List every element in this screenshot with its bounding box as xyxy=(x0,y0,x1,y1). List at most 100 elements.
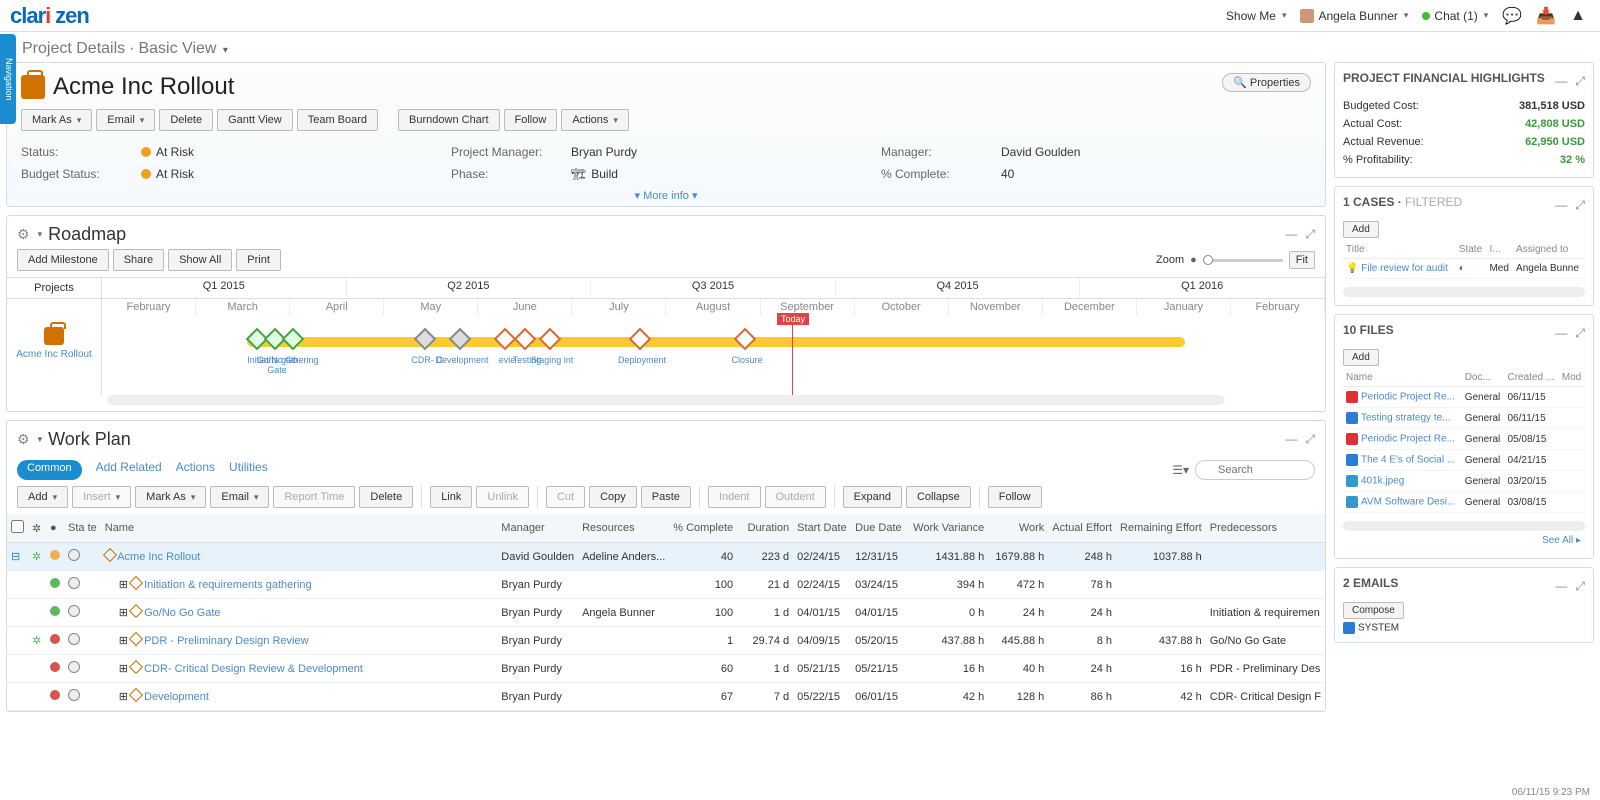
navigation-tab[interactable]: Navigation xyxy=(0,34,16,124)
wp-copy-button[interactable]: Copy xyxy=(589,486,637,508)
wp-follow-button[interactable]: Follow xyxy=(988,486,1042,508)
tab-actions[interactable]: Actions xyxy=(176,460,215,480)
month-label: December xyxy=(1043,299,1137,315)
phase-value: Build xyxy=(591,167,618,181)
alerts-icon[interactable]: ▲ xyxy=(1570,7,1586,25)
print-button[interactable]: Print xyxy=(236,249,281,271)
expand-icon[interactable]: ⤢ xyxy=(1575,326,1585,341)
table-row[interactable]: ⊞ Initiation & requirements gathering Br… xyxy=(7,571,1325,599)
expand-icon[interactable]: ⤢ xyxy=(1575,198,1585,213)
cases-add-button[interactable]: Add xyxy=(1343,221,1379,238)
milestone-label: Deployment xyxy=(612,355,672,365)
wp-report-time-button[interactable]: Report Time xyxy=(273,486,355,508)
wp-expand-button[interactable]: Expand xyxy=(843,486,902,508)
minimize-icon[interactable]: — xyxy=(1285,432,1297,447)
tab-common[interactable]: Common xyxy=(17,460,82,480)
table-row[interactable]: ⊟ ✲ Acme Inc Rollout David GouldenAdelin… xyxy=(7,543,1325,571)
properties-search[interactable]: 🔍 Properties xyxy=(1222,73,1311,92)
wp-unlink-button[interactable]: Unlink xyxy=(476,486,529,508)
follow-button[interactable]: Follow xyxy=(504,109,558,131)
today-marker: Today xyxy=(792,315,793,395)
file-row[interactable]: The 4 E's of Social ...General04/21/15 xyxy=(1343,450,1585,471)
show-all-button[interactable]: Show All xyxy=(168,249,232,271)
mark-as-button[interactable]: Mark As ▾ xyxy=(21,109,92,131)
breadcrumb: Project Details·Basic View ▾ xyxy=(0,32,1600,62)
minimize-icon[interactable]: — xyxy=(1555,326,1567,341)
tab-utilities[interactable]: Utilities xyxy=(229,460,268,480)
horizontal-scrollbar[interactable] xyxy=(1343,287,1585,297)
project-title: Acme Inc Rollout xyxy=(53,73,234,101)
delete-button[interactable]: Delete xyxy=(159,109,213,131)
wp-link-button[interactable]: Link xyxy=(430,486,472,508)
messages-icon[interactable]: 💬 xyxy=(1502,6,1522,26)
file-row[interactable]: Testing strategy te...General06/11/15 xyxy=(1343,408,1585,429)
chevron-down-icon[interactable]: ▾ xyxy=(223,45,228,56)
briefcase-icon xyxy=(44,327,64,345)
table-row[interactable]: ✲ ⊞ PDR - Preliminary Design Review Brya… xyxy=(7,627,1325,655)
share-button[interactable]: Share xyxy=(113,249,164,271)
file-row[interactable]: 401k.jpegGeneral03/20/15 xyxy=(1343,471,1585,492)
gear-icon[interactable]: ⚙ xyxy=(17,226,30,243)
project-header-panel: Acme Inc Rollout 🔍 Properties Mark As ▾ … xyxy=(6,62,1326,207)
minimize-icon[interactable]: — xyxy=(1555,579,1567,594)
horizontal-scrollbar[interactable] xyxy=(107,395,1225,405)
show-me-menu[interactable]: Show Me▾ xyxy=(1226,9,1287,23)
case-row[interactable]: 💡 File review for audit ◐ Med Angela Bun… xyxy=(1343,259,1585,279)
table-row[interactable]: ⊞ Go/No Go Gate Bryan PurdyAngela Bunner… xyxy=(7,599,1325,627)
wp-insert-button[interactable]: Insert ▾ xyxy=(72,486,131,508)
expand-icon[interactable]: ⤢ xyxy=(1575,74,1585,89)
roadmap-project-name[interactable]: Acme Inc Rollout xyxy=(7,349,101,360)
phase-label: Phase: xyxy=(451,167,571,181)
add-milestone-button[interactable]: Add Milestone xyxy=(17,249,109,271)
month-label: June xyxy=(478,299,572,315)
wp-mark-as-button[interactable]: Mark As ▾ xyxy=(135,486,206,508)
wp-outdent-button[interactable]: Outdent xyxy=(765,486,826,508)
wp-indent-button[interactable]: Indent xyxy=(708,486,761,508)
email-button[interactable]: Email ▾ xyxy=(96,109,155,131)
quarter-label: Q4 2015 xyxy=(836,278,1081,298)
wp-add-button[interactable]: Add ▾ xyxy=(17,486,68,508)
actions-button[interactable]: Actions ▾ xyxy=(561,109,629,131)
table-row[interactable]: ⊞ Development Bryan Purdy677 d 05/22/150… xyxy=(7,683,1325,711)
user-menu[interactable]: Angela Bunner▾ xyxy=(1300,9,1408,23)
select-all-checkbox[interactable] xyxy=(11,520,24,533)
expand-icon[interactable]: ⤢ xyxy=(1305,227,1315,242)
gear-icon[interactable]: ⚙ xyxy=(17,431,30,448)
minimize-icon[interactable]: — xyxy=(1555,74,1567,89)
expand-icon[interactable]: ⤢ xyxy=(1575,579,1585,594)
team-board-button[interactable]: Team Board xyxy=(297,109,378,131)
horizontal-scrollbar[interactable] xyxy=(1343,521,1585,531)
wp-collapse-button[interactable]: Collapse xyxy=(906,486,971,508)
file-row[interactable]: Periodic Project Re...General05/08/15 xyxy=(1343,429,1585,450)
compose-button[interactable]: Compose xyxy=(1343,602,1404,619)
status-value: At Risk xyxy=(156,145,194,159)
zoom-slider[interactable] xyxy=(1203,259,1283,262)
app-logo[interactable]: clarizen xyxy=(10,3,89,29)
files-add-button[interactable]: Add xyxy=(1343,349,1379,366)
tab-add-related[interactable]: Add Related xyxy=(96,460,162,480)
file-row[interactable]: AVM Software Desi...General03/08/15 xyxy=(1343,492,1585,513)
search-input[interactable] xyxy=(1195,460,1315,480)
filter-icon[interactable]: ☰▾ xyxy=(1172,463,1189,477)
file-row[interactable]: Periodic Project Re...General06/11/15 xyxy=(1343,387,1585,408)
table-row[interactable]: ⊞ CDR- Critical Design Review & Developm… xyxy=(7,655,1325,683)
minimize-icon[interactable]: — xyxy=(1285,227,1297,242)
wp-paste-button[interactable]: Paste xyxy=(641,486,691,508)
minimize-icon[interactable]: — xyxy=(1555,198,1567,213)
emails-panel: 2 EMAILS—⤢ Compose SYSTEM xyxy=(1334,567,1594,643)
inbox-icon[interactable]: 📥 xyxy=(1536,6,1556,26)
more-info-toggle[interactable]: ▾ More info ▾ xyxy=(21,185,1311,206)
chat-menu[interactable]: Chat (1)▾ xyxy=(1422,9,1488,23)
wp-delete-button[interactable]: Delete xyxy=(359,486,413,508)
wp-cut-button[interactable]: Cut xyxy=(546,486,585,508)
burndown-button[interactable]: Burndown Chart xyxy=(398,109,500,131)
fit-button[interactable]: Fit xyxy=(1289,251,1315,269)
status-dot-icon xyxy=(1422,12,1430,20)
pm-label: Project Manager: xyxy=(451,145,571,159)
month-label: February xyxy=(102,299,196,315)
wp-email-button[interactable]: Email ▾ xyxy=(210,486,269,508)
expand-icon[interactable]: ⤢ xyxy=(1305,432,1315,447)
gantt-button[interactable]: Gantt View xyxy=(217,109,293,131)
kpi-row: Budgeted Cost:381,518 USD xyxy=(1343,97,1585,115)
see-all-link[interactable]: See All ▸ xyxy=(1343,531,1585,550)
